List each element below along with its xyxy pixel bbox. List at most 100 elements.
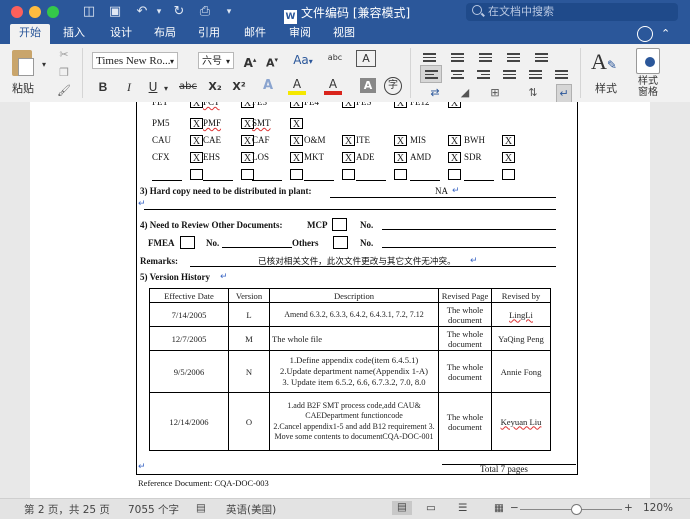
department-checkbox[interactable] [342, 169, 355, 180]
department-checkbox[interactable] [448, 169, 461, 180]
department-checkbox[interactable]: X [342, 102, 355, 109]
tab-design[interactable]: 设计 [103, 24, 139, 44]
tab-mailings[interactable]: 邮件 [237, 24, 273, 44]
save-icon[interactable]: ▣ [106, 3, 124, 21]
undo-icon[interactable]: ↶ [133, 3, 151, 21]
close-window-button[interactable] [11, 6, 23, 18]
department-checkbox[interactable] [190, 169, 203, 180]
tab-insert[interactable]: 插入 [56, 24, 92, 44]
print-icon[interactable]: ⎙ [196, 3, 214, 21]
text-effects-button[interactable]: A [258, 77, 278, 95]
department-checkbox[interactable]: X [448, 102, 461, 109]
align-right-button[interactable] [472, 65, 494, 83]
table-row[interactable]: 12/7/2005 M The whole file The whole doc… [149, 326, 551, 351]
department-checkbox[interactable]: X [290, 135, 303, 147]
others-checkbox[interactable] [333, 236, 348, 249]
character-border-button[interactable]: A [356, 50, 376, 67]
search-input[interactable]: 在文档中搜索 [466, 3, 678, 21]
strikethrough-button[interactable]: abc [178, 78, 198, 96]
format-painter-icon[interactable]: 🖌 [56, 82, 72, 100]
department-checkbox[interactable]: X [190, 152, 203, 164]
styles-pane-label[interactable]: 样式 窗格 [632, 76, 664, 98]
department-checkbox[interactable] [502, 169, 515, 180]
line-spacing-button[interactable] [550, 65, 572, 83]
sort-icon[interactable]: ⇅ [526, 84, 540, 102]
increase-indent-button[interactable] [530, 48, 552, 66]
multilevel-list-button[interactable] [474, 48, 496, 66]
collapse-ribbon-icon[interactable]: ⌃ [661, 27, 670, 40]
bullets-button[interactable] [418, 48, 440, 66]
character-shading-button[interactable]: A [360, 78, 376, 93]
page-count[interactable]: 第 2 页，共 25 页 [24, 502, 110, 517]
outline-icon[interactable]: ☰ [458, 502, 467, 514]
distributed-button[interactable] [524, 65, 546, 83]
numbering-button[interactable] [446, 48, 468, 66]
font-name-select[interactable]: Times New Ro... ▾ [92, 52, 178, 69]
highlight-button[interactable]: A [288, 77, 306, 95]
font-size-select[interactable]: 六号 ▾ [198, 52, 234, 69]
department-checkbox[interactable]: X [448, 135, 461, 147]
change-case-button[interactable]: Aa▾ [290, 51, 316, 69]
department-checkbox[interactable]: X [394, 152, 407, 164]
department-checkbox[interactable]: X [394, 102, 407, 109]
align-center-button[interactable] [446, 65, 468, 83]
department-checkbox[interactable]: X [290, 102, 303, 109]
subscript-button[interactable]: X₂ [206, 78, 224, 96]
zoom-in-button[interactable]: + [624, 502, 633, 514]
show-marks-icon[interactable]: ↵ [556, 84, 572, 104]
font-color-button[interactable]: A [324, 77, 342, 95]
focus-icon[interactable]: ▦ [494, 502, 504, 514]
document-canvas[interactable]: FET X FCT X FE3 X FE4 X FES X FE12 X PM5 X PMF X SMT X C… [0, 102, 690, 498]
styles-pane-icon[interactable] [636, 48, 660, 74]
copy-icon[interactable]: ❐ [56, 64, 72, 82]
zoom-slider-thumb[interactable] [571, 504, 582, 515]
proofing-icon[interactable]: ▤ [196, 502, 206, 514]
enclose-characters-button[interactable]: 字 [384, 77, 402, 95]
fmea-checkbox[interactable] [180, 236, 195, 249]
department-checkbox[interactable]: X [502, 135, 515, 147]
shading-icon[interactable]: ◢ [456, 84, 474, 102]
department-checkbox[interactable] [241, 169, 254, 180]
underline-button[interactable]: U [146, 78, 160, 96]
tab-review[interactable]: 审阅 [282, 24, 318, 44]
cut-icon[interactable]: ✂ [56, 46, 72, 64]
table-row[interactable]: 7/14/2005 L Amend 6.3.2, 6.3.3, 6.4.2, 6… [149, 302, 551, 327]
underline-dropdown-icon[interactable]: ▾ [162, 80, 170, 98]
undo-dropdown-icon[interactable]: ▾ [150, 3, 168, 21]
borders-icon[interactable]: ⊞ [486, 84, 504, 102]
justify-button[interactable] [498, 65, 520, 83]
department-checkbox[interactable]: X [342, 135, 355, 147]
department-checkbox[interactable] [290, 169, 303, 180]
text-direction-icon[interactable]: ⇄ [426, 84, 444, 102]
italic-button[interactable]: I [122, 78, 136, 96]
shrink-font-button[interactable]: A▾ [264, 51, 280, 70]
minimize-window-button[interactable] [29, 6, 41, 18]
zoom-window-button[interactable] [47, 6, 59, 18]
sidebar-toggle-icon[interactable]: ◫ [80, 3, 98, 21]
department-checkbox[interactable]: X [190, 102, 203, 109]
document-page[interactable]: FET X FCT X FE3 X FE4 X FES X FE12 X PM5 X PMF X SMT X C… [30, 102, 650, 498]
align-left-button[interactable] [420, 65, 442, 83]
styles-label[interactable]: 样式 [592, 80, 620, 98]
department-checkbox[interactable]: X [290, 118, 303, 130]
department-checkbox[interactable]: X [342, 152, 355, 164]
feedback-smiley-icon[interactable] [637, 26, 653, 42]
department-checkbox[interactable]: X [290, 152, 303, 164]
department-checkbox[interactable]: X [394, 135, 407, 147]
department-checkbox[interactable] [394, 169, 407, 180]
superscript-button[interactable]: X² [230, 78, 248, 96]
tab-layout[interactable]: 布局 [147, 24, 183, 44]
zoom-level[interactable]: 120% [643, 502, 673, 514]
paste-button[interactable] [8, 48, 38, 80]
print-layout-icon[interactable]: ▤ [392, 501, 412, 515]
decrease-indent-button[interactable] [502, 48, 524, 66]
department-checkbox[interactable]: X [448, 152, 461, 164]
department-checkbox[interactable]: X [190, 118, 203, 130]
web-layout-icon[interactable]: ▭ [426, 502, 436, 514]
tab-view[interactable]: 视图 [326, 24, 362, 44]
table-row[interactable]: 9/5/2006 N 1.Define appendix code(item 6… [149, 350, 551, 393]
department-checkbox[interactable]: X [502, 152, 515, 164]
zoom-out-button[interactable]: − [510, 502, 519, 514]
bold-button[interactable]: B [96, 78, 110, 96]
language[interactable]: 英语(美国) [226, 502, 276, 517]
